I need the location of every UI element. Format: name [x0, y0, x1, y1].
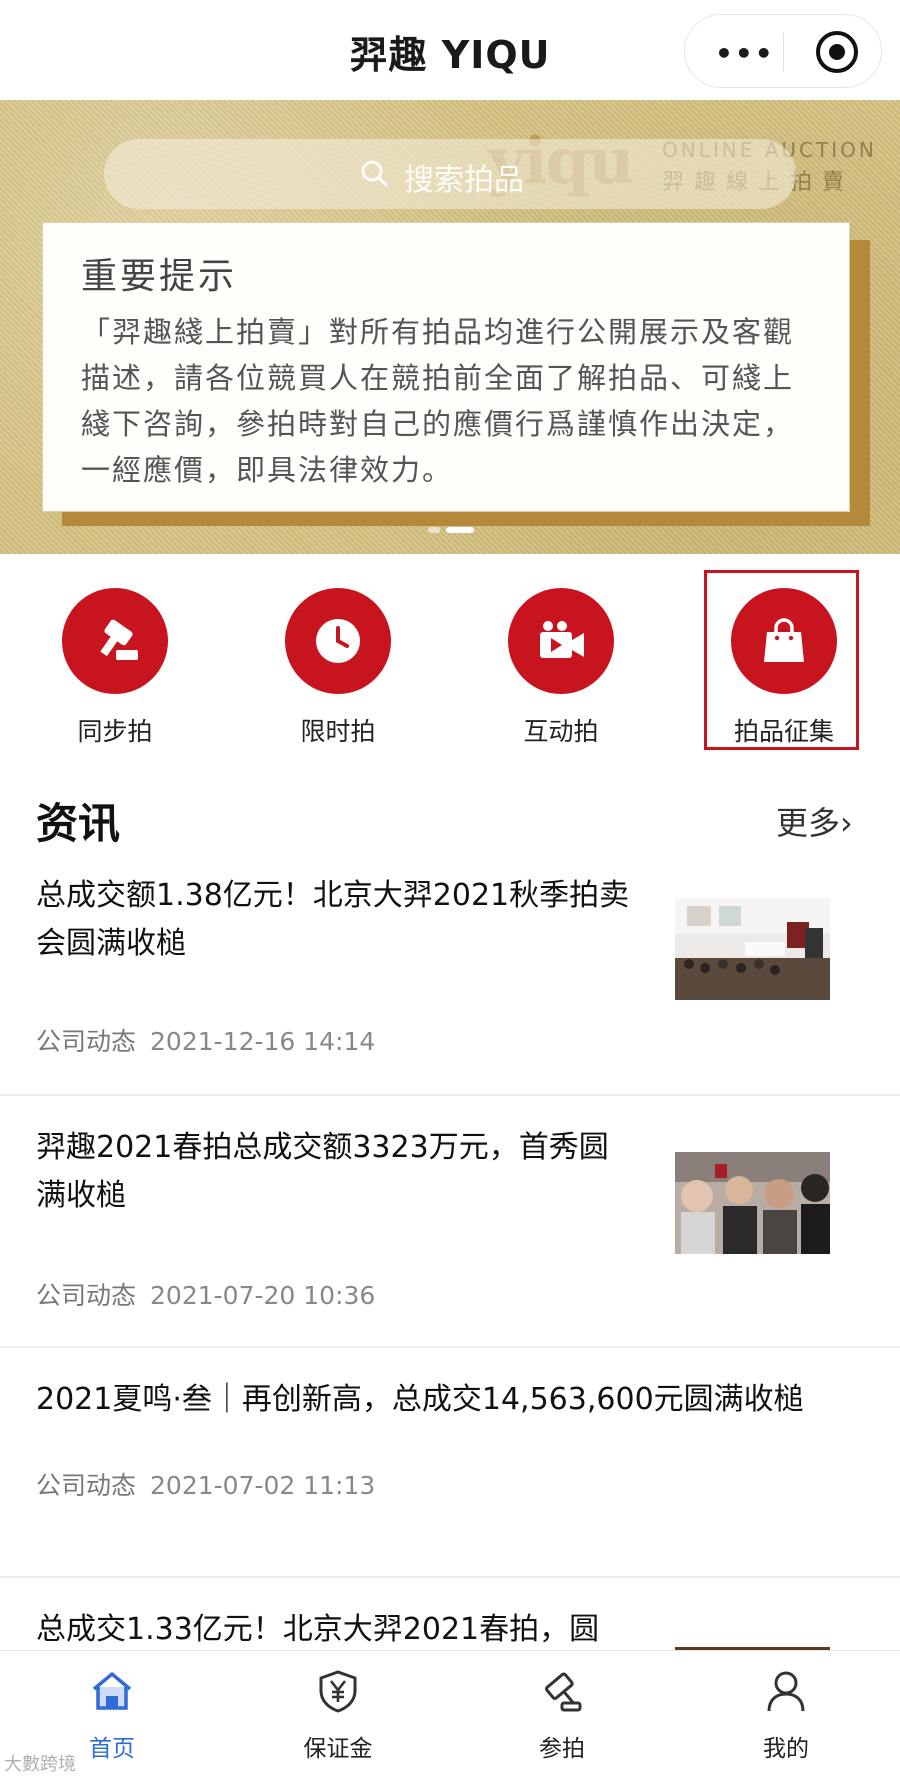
category-circle — [508, 588, 614, 694]
news-headline: 2021夏鸣·叁｜再创新高，总成交14,563,600元圆满收槌 — [36, 1382, 804, 1417]
top-bar: 羿趣 YIQU ••• — [0, 0, 900, 100]
category-label: 限时拍 — [300, 717, 376, 746]
carousel-indicator — [428, 527, 480, 533]
search-input[interactable]: 搜索拍品 — [104, 139, 796, 209]
category-circle — [62, 588, 168, 694]
gavel-icon — [544, 1672, 582, 1712]
news-date: 2021-07-20 10:36 — [150, 1281, 376, 1310]
news-item[interactable]: 2021夏鸣·叁｜再创新高，总成交14,563,600元圆满收槌 公司动态 202… — [0, 1346, 900, 1576]
bottom-tab-bar: 首页 保证金 参拍 我的 — [0, 1650, 900, 1779]
category-label: 互动拍 — [523, 717, 599, 746]
target-circle-icon[interactable] — [816, 31, 858, 73]
mini-program-capsule: ••• — [684, 14, 882, 88]
news-headline: 总成交额1.38亿元！北京大羿2021秋季拍卖会圆满收槌 — [36, 878, 630, 961]
notice-title: 重要提示 — [81, 256, 238, 297]
news-headline: 羿趣2021春拍总成交额3323万元，首秀圆满收槌 — [36, 1130, 609, 1213]
notice-body: 「羿趣綫上拍賣」對所有拍品均進行公開展示及客觀描述，請各位競買人在競拍前全面了解… — [81, 315, 795, 487]
search-icon — [361, 160, 388, 187]
tab-label: 参拍 — [539, 1736, 585, 1762]
news-meta: 公司动态 2021-07-20 10:36 — [36, 1276, 375, 1312]
news-thumbnail — [675, 898, 830, 1000]
more-link[interactable]: 更多› — [776, 798, 853, 844]
banner-carousel[interactable]: yiqu ONLINE AUCTION 羿趣線上拍賣 搜索拍品 重要提示 「羿趣… — [0, 100, 900, 554]
category-live-auction[interactable]: 互动拍 — [481, 554, 641, 750]
news-header: 资讯 更多› — [0, 790, 900, 850]
news-date: 2021-07-02 11:13 — [150, 1471, 376, 1500]
category-timed-auction[interactable]: 限时拍 — [258, 554, 418, 750]
clock-icon — [316, 619, 360, 663]
news-thumbnail — [675, 1152, 830, 1254]
user-icon — [767, 1671, 805, 1712]
carousel-dot-active — [446, 527, 474, 533]
news-date: 2021-12-16 14:14 — [150, 1027, 376, 1056]
news-meta: 公司动态 2021-12-16 14:14 — [36, 1022, 375, 1058]
tab-label: 保证金 — [303, 1736, 373, 1762]
chevron-right-icon: › — [840, 804, 853, 842]
news-headline: 总成交1.33亿元！北京大羿2021春拍，圆 — [36, 1612, 600, 1647]
video-camera-icon — [540, 621, 584, 658]
more-link-label: 更多 — [776, 804, 841, 842]
gavel-icon — [100, 619, 138, 660]
yuan-shield-icon — [319, 1670, 357, 1713]
news-item[interactable]: 总成交额1.38亿元！北京大羿2021秋季拍卖会圆满收槌 公司动态 2021-12… — [0, 862, 900, 1094]
tab-bidding[interactable]: 参拍 — [482, 1651, 642, 1779]
news-item[interactable]: 总成交1.33亿元！北京大羿2021春拍，圆 — [0, 1576, 900, 1650]
home-icon — [92, 1672, 132, 1710]
search-placeholder: 搜索拍品 — [404, 163, 524, 198]
category-circle — [285, 588, 391, 694]
news-category: 公司动态 — [36, 1471, 137, 1500]
news-category: 公司动态 — [36, 1281, 137, 1310]
tab-deposit[interactable]: 保证金 — [258, 1651, 418, 1779]
more-dots-icon[interactable]: ••• — [715, 37, 775, 70]
tab-label: 我的 — [763, 1736, 809, 1762]
category-label: 同步拍 — [77, 717, 153, 746]
news-thumbnail — [675, 1642, 830, 1650]
auction-hall-photo — [675, 898, 830, 1000]
capsule-divider — [783, 33, 784, 71]
tab-profile[interactable]: 我的 — [706, 1651, 866, 1779]
category-sync-auction[interactable]: 同步拍 — [35, 554, 195, 750]
notice-card: 重要提示 「羿趣綫上拍賣」對所有拍品均進行公開展示及客觀描述，請各位競買人在競拍… — [42, 222, 850, 512]
news-item[interactable]: 羿趣2021春拍总成交额3323万元，首秀圆满收槌 公司动态 2021-07-20… — [0, 1094, 900, 1346]
page: 羿趣 YIQU ••• yiqu ONLINE AUCTION 羿趣線上拍賣 搜… — [0, 0, 900, 1779]
audience-photo — [675, 1152, 830, 1254]
carousel-dot — [428, 527, 440, 533]
news-category: 公司动态 — [36, 1027, 137, 1056]
news-meta: 公司动态 2021-07-02 11:13 — [36, 1466, 375, 1502]
news-section-title: 资讯 — [36, 799, 121, 848]
watermark: 大數跨境 — [4, 1754, 76, 1775]
highlight-frame — [704, 570, 859, 750]
